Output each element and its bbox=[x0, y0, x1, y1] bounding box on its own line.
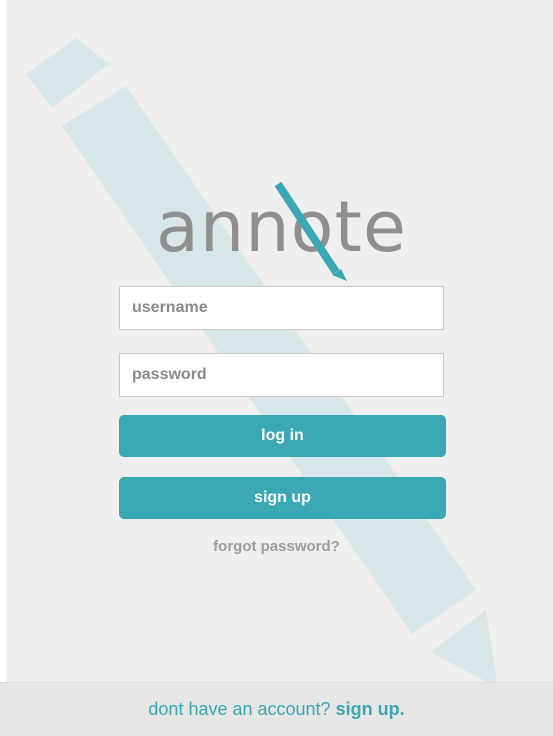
password-input[interactable] bbox=[119, 353, 444, 397]
annote-logo: annote bbox=[6, 180, 553, 281]
footer-signup-link[interactable]: sign up. bbox=[336, 699, 405, 719]
username-input[interactable] bbox=[119, 286, 444, 330]
signup-button[interactable]: sign up bbox=[119, 477, 446, 519]
footer-bar: dont have an account? sign up. bbox=[0, 682, 553, 736]
logo-pencil-icon bbox=[274, 181, 347, 281]
footer-prompt-text: dont have an account? bbox=[148, 699, 331, 719]
forgot-password-link[interactable]: forgot password? bbox=[0, 538, 553, 555]
login-button[interactable]: log in bbox=[119, 415, 446, 457]
footer-signup-prompt: dont have an account? sign up. bbox=[0, 699, 553, 720]
